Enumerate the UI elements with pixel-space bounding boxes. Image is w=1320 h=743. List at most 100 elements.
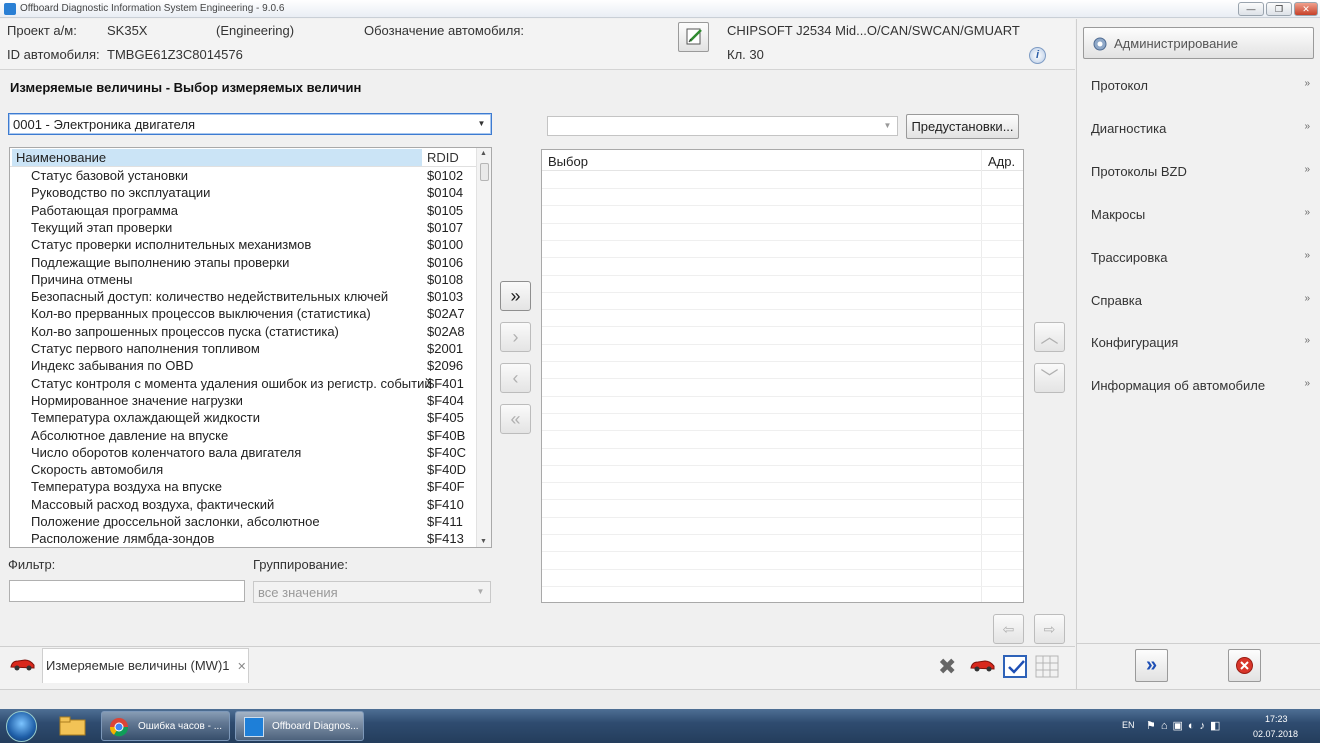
next-page-button[interactable]: ⇨ xyxy=(1034,614,1065,644)
interface-name: CHIPSOFT J2534 Mid...O/CAN/SWCAN/GMUART xyxy=(727,23,1020,38)
tools-icon[interactable]: ✖ xyxy=(938,654,956,680)
sidebar-item-label: Макросы xyxy=(1091,207,1146,222)
language-indicator[interactable]: EN xyxy=(1122,720,1135,730)
close-tab-icon[interactable]: ✕ xyxy=(237,661,246,673)
selection-row-line xyxy=(542,534,1023,535)
task-browser[interactable]: Ошибка часов - ... xyxy=(101,711,230,741)
list-item[interactable]: Кол-во прерванных процессов выключения (… xyxy=(10,306,478,323)
column-header-addr[interactable]: Адр. xyxy=(988,154,1015,169)
item-name: Положение дроссельной заслонки, абсолютн… xyxy=(31,514,320,529)
list-item[interactable]: Число оборотов коленчатого вала двигател… xyxy=(10,445,478,462)
move-up-button[interactable]: ︿ xyxy=(1034,322,1065,352)
continue-button[interactable]: » xyxy=(1135,649,1168,682)
list-item[interactable]: Руководство по эксплуатации $0104 xyxy=(10,185,478,202)
list-item[interactable]: Статус базовой установки $0102 xyxy=(10,168,478,185)
task-odis[interactable]: Offboard Diagnos... xyxy=(235,711,364,741)
selection-row-line xyxy=(542,291,1023,293)
selection-row-line xyxy=(542,482,1023,484)
list-item[interactable]: Подлежащие выполнению этапы проверки $010… xyxy=(10,255,478,272)
list-item[interactable]: Статус контроля с момента удаления ошибо… xyxy=(10,376,478,393)
list-item[interactable]: Индекс забывания по OBD $2096 xyxy=(10,358,478,375)
column-header-rdid[interactable]: RDID xyxy=(427,150,459,165)
preset-button[interactable]: Предустановки... xyxy=(906,114,1019,139)
sidebar-item-help[interactable]: Справка » xyxy=(1091,293,1316,313)
list-item[interactable]: Статус проверки исполнительных механизмо… xyxy=(10,237,478,254)
remove-selected-button[interactable]: ‹ xyxy=(500,363,531,393)
start-button[interactable] xyxy=(6,711,37,742)
remove-all-button[interactable]: « xyxy=(500,404,531,434)
item-name: Работающая программа xyxy=(31,202,179,218)
list-item[interactable]: Безопасный доступ: количество недействит… xyxy=(10,289,478,306)
minimize-button[interactable]: — xyxy=(1238,2,1264,16)
sidebar-item-macros[interactable]: Макросы » xyxy=(1091,207,1316,227)
filter-input[interactable] xyxy=(9,580,245,602)
list-item[interactable]: Скорость автомобиля $F40D xyxy=(10,462,478,479)
preset-select[interactable]: ▼ xyxy=(547,116,898,136)
chrome-icon xyxy=(109,718,129,737)
chevron-down-icon: ﹀ xyxy=(1040,368,1059,388)
list-item[interactable]: Расположение лямбда-зондов $F413 xyxy=(10,531,478,547)
maximize-button[interactable]: ❐ xyxy=(1266,2,1292,16)
edit-vehicle-button[interactable] xyxy=(678,22,709,52)
item-name: Причина отмены xyxy=(31,271,133,287)
move-down-button[interactable]: ﹀ xyxy=(1034,363,1065,393)
sidebar-item-protocol[interactable]: Протокол » xyxy=(1091,78,1316,98)
cancel-button[interactable] xyxy=(1228,649,1261,682)
list-item[interactable]: Работающая программа $0105 xyxy=(10,203,478,220)
vehicle-designation-label: Обозначение автомобиля: xyxy=(364,23,525,38)
chevron-down-icon: » xyxy=(1304,121,1310,132)
list-item[interactable]: Статус первого наполнения топливом $2001 xyxy=(10,341,478,358)
clock-time[interactable]: 17:23 xyxy=(1265,714,1288,724)
folder-icon[interactable] xyxy=(58,714,88,738)
list-scrollbar[interactable]: ▲ ▼ xyxy=(476,148,491,547)
list-item[interactable]: Температура воздуха на впуске $F40F xyxy=(10,479,478,496)
previous-page-button[interactable]: ⇦ xyxy=(993,614,1024,644)
selection-list[interactable]: Выбор Адр. xyxy=(541,149,1024,603)
selection-row-line xyxy=(542,378,1023,380)
item-rdid: $0108 xyxy=(427,271,464,287)
ecu-select[interactable]: 0001 - Электроника двигателя ▼ xyxy=(8,113,492,135)
column-header-choice[interactable]: Выбор xyxy=(548,154,588,169)
grouping-select[interactable]: все значения ▼ xyxy=(253,581,491,603)
grid-icon[interactable] xyxy=(1035,655,1060,682)
selection-row-line xyxy=(542,205,1023,207)
project-mode: (Engineering) xyxy=(216,23,295,38)
edit-note-icon xyxy=(686,28,702,45)
sidebar-item-configuration[interactable]: Конфигурация » xyxy=(1091,335,1316,355)
add-all-button[interactable]: » xyxy=(500,281,531,311)
list-item[interactable]: Нормированное значение нагрузки $F404 xyxy=(10,393,478,410)
sidebar-item-tracing[interactable]: Трассировка » xyxy=(1091,250,1316,270)
column-header-name[interactable]: Наименование xyxy=(12,149,422,166)
list-item[interactable]: Кол-во запрошенных процессов пуска (стат… xyxy=(10,324,478,341)
selection-row-line xyxy=(542,499,1023,501)
sidebar-item-label: Информация об автомобиле xyxy=(1091,378,1266,393)
list-item[interactable]: Абсолютное давление на впуске $F40B xyxy=(10,428,478,445)
admin-button[interactable]: Администрирование xyxy=(1083,27,1314,59)
tab-measured-values[interactable]: Измеряемые величины (MW)1 ✕ xyxy=(42,648,249,683)
add-selected-button[interactable]: › xyxy=(500,322,531,352)
list-item[interactable]: Текущий этап проверки $0107 xyxy=(10,220,478,237)
list-item[interactable]: Массовый расход воздуха, фактический $F41… xyxy=(10,497,478,514)
sidebar-item-label: Протоколы BZD xyxy=(1091,164,1187,179)
sidebar-item-diagnostics[interactable]: Диагностика » xyxy=(1091,121,1316,141)
vehicle-icon[interactable] xyxy=(969,657,996,676)
list-item[interactable]: Положение дроссельной заслонки, абсолютн… xyxy=(10,514,478,531)
sidebar-item-label: Диагностика xyxy=(1091,121,1167,136)
sidebar-item-vehicle-info[interactable]: Информация об автомобиле » xyxy=(1091,378,1316,398)
checklist-icon[interactable] xyxy=(1003,655,1029,682)
close-window-button[interactable]: ✕ xyxy=(1294,2,1318,16)
list-item[interactable]: Температура охлаждающей жидкости $F405 xyxy=(10,410,478,427)
measurement-list[interactable]: Наименование RDID Статус базовой установ… xyxy=(9,147,492,548)
scroll-thumb[interactable] xyxy=(480,163,489,181)
sidebar-item-bzd-protocols[interactable]: Протоколы BZD » xyxy=(1091,164,1316,184)
tray-icons[interactable]: ⚑⌂▣◐♪◧ xyxy=(1146,719,1225,732)
divider xyxy=(1077,643,1320,644)
info-icon[interactable]: i xyxy=(1029,47,1046,64)
car-icon[interactable] xyxy=(9,656,36,675)
item-name: Статус проверки исполнительных механизмо… xyxy=(31,237,312,253)
clock-date[interactable]: 02.07.2018 xyxy=(1253,729,1298,739)
item-name: Нормированное значение нагрузки xyxy=(31,392,243,408)
scroll-down-icon[interactable]: ▼ xyxy=(480,538,487,545)
list-item[interactable]: Причина отмены $0108 xyxy=(10,272,478,289)
scroll-up-icon[interactable]: ▲ xyxy=(480,150,487,157)
